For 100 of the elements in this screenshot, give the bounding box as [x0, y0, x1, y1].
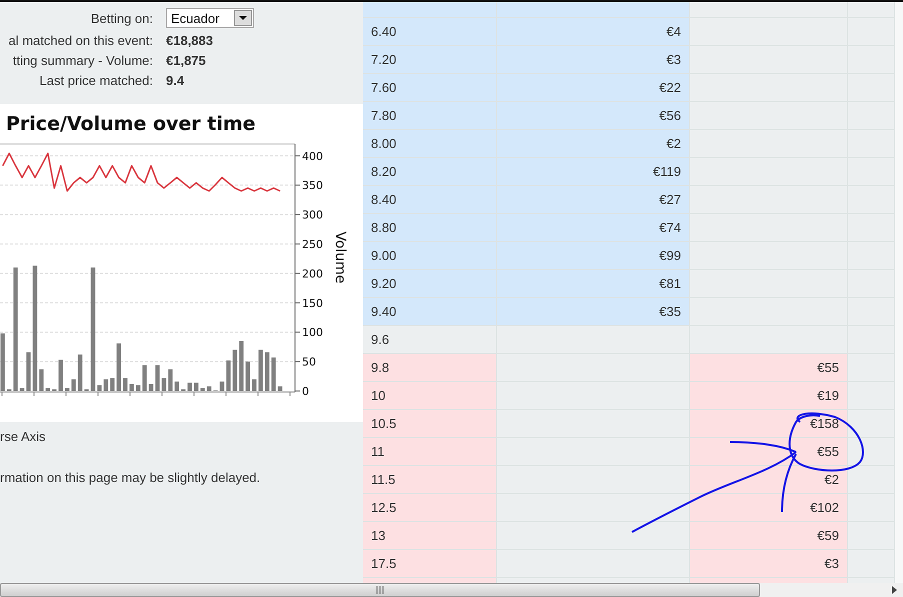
table-cell: 7.80	[363, 102, 497, 130]
volume-bar	[46, 388, 50, 391]
volume-bar	[155, 365, 160, 391]
table-cell: €22	[497, 74, 690, 102]
volume-bar	[58, 360, 63, 391]
table-cell	[848, 382, 895, 410]
table-cell: 9.00	[363, 242, 497, 270]
volume-bar	[271, 357, 276, 391]
field-label: Last price matched:	[38, 73, 153, 88]
table-cell	[848, 2, 895, 18]
note-text: rse Axis	[0, 429, 47, 444]
volume-bar	[194, 382, 198, 391]
y-tick-label: 250	[302, 238, 323, 251]
volume-bar	[206, 386, 212, 391]
volume-bar	[278, 386, 282, 391]
volume-bar	[246, 362, 250, 391]
table-cell	[848, 158, 895, 186]
volume-bar	[188, 382, 192, 391]
volume-bar	[97, 385, 102, 391]
scrollbar-thumb[interactable]	[0, 583, 760, 597]
volume-bar	[104, 379, 108, 391]
table-cell: 12.5	[363, 494, 497, 522]
field-label: Betting on:	[90, 10, 153, 26]
table-cell: €99	[497, 242, 690, 270]
volume-bar	[71, 379, 76, 391]
field-value: €1,875	[166, 53, 206, 68]
note-text: rmation on this page may be slightly delayed.	[0, 470, 262, 485]
table-cell: 10.5	[363, 410, 497, 438]
volume-bar	[116, 343, 121, 391]
table-cell: €59	[690, 522, 848, 550]
volume-bar	[200, 388, 205, 391]
table-cell	[848, 298, 895, 326]
volume-bar	[148, 384, 154, 391]
volume-bar	[20, 388, 24, 391]
chart-title: Price/Volume over time	[6, 113, 256, 135]
volume-bar	[130, 384, 134, 391]
horizontal-scrollbar[interactable]	[0, 583, 903, 597]
table-cell: €119	[497, 158, 690, 186]
field-label: al matched on this event:	[7, 33, 153, 48]
volume-bar	[174, 382, 180, 391]
table-cell	[848, 494, 895, 522]
volume-bar	[226, 360, 231, 391]
y-tick-label: 50	[302, 356, 316, 369]
dropdown[interactable]: Ecuador	[166, 8, 254, 28]
table-cell	[848, 102, 895, 130]
table-cell: €55	[690, 438, 848, 466]
volume-bar	[264, 352, 270, 391]
volume-bar	[110, 378, 115, 391]
table-cell: 6.40	[363, 18, 497, 46]
table-cell: 8.80	[363, 214, 497, 242]
table-cell	[848, 354, 895, 382]
field-value: €18,883	[166, 33, 213, 48]
table-cell	[848, 74, 895, 102]
table-cell: €35	[497, 298, 690, 326]
table-cell: €19	[690, 382, 848, 410]
table-cell: €2	[497, 130, 690, 158]
table-cell	[848, 18, 895, 46]
table-cell: 9.8	[363, 354, 497, 382]
table-cell: 8.00	[363, 130, 497, 158]
volume-bar	[136, 385, 140, 391]
volume-bar	[26, 352, 31, 391]
table-cell	[848, 326, 895, 354]
table-cell: 10	[363, 382, 497, 410]
volume-bar	[39, 369, 44, 391]
table-cell: €4	[497, 18, 690, 46]
volume-bar	[65, 388, 70, 391]
volume-bar	[220, 382, 224, 391]
table-cell: 11.5	[363, 466, 497, 494]
volume-bar	[252, 379, 256, 391]
table-cell: 7.20	[363, 46, 497, 74]
table-cell	[848, 214, 895, 242]
volume-bar	[78, 354, 82, 391]
table-cell: €27	[497, 186, 690, 214]
table-cell: €3	[690, 550, 848, 578]
table-cell: 9.20	[363, 270, 497, 298]
table-cell	[848, 46, 895, 74]
table-cell: 8.40	[363, 186, 497, 214]
table-cell	[848, 466, 895, 494]
table-cell	[848, 550, 895, 578]
table-cell	[848, 522, 895, 550]
volume-bar	[168, 369, 173, 391]
y-tick-label: 100	[302, 326, 323, 340]
table-cell: 13	[363, 522, 497, 550]
volume-bar	[258, 350, 263, 391]
table-cell: €56	[497, 102, 690, 130]
table-cell: 11	[363, 438, 497, 466]
right-arrow-icon[interactable]	[892, 586, 897, 594]
table-cell	[848, 410, 895, 438]
table-cell: €74	[497, 214, 690, 242]
table-cell: 9.40	[363, 298, 497, 326]
table-cell: €3	[497, 46, 690, 74]
table-cell: €2	[690, 466, 848, 494]
y-tick-label: 200	[302, 267, 323, 280]
table-cell: €81	[497, 270, 690, 298]
table-cell: 8.20	[363, 158, 497, 186]
table-cell: €102	[690, 494, 848, 522]
y-tick-label: 150	[302, 296, 323, 310]
grip-icon	[376, 586, 384, 594]
table-cell: 7.60	[363, 74, 497, 102]
table-cell	[848, 270, 895, 298]
